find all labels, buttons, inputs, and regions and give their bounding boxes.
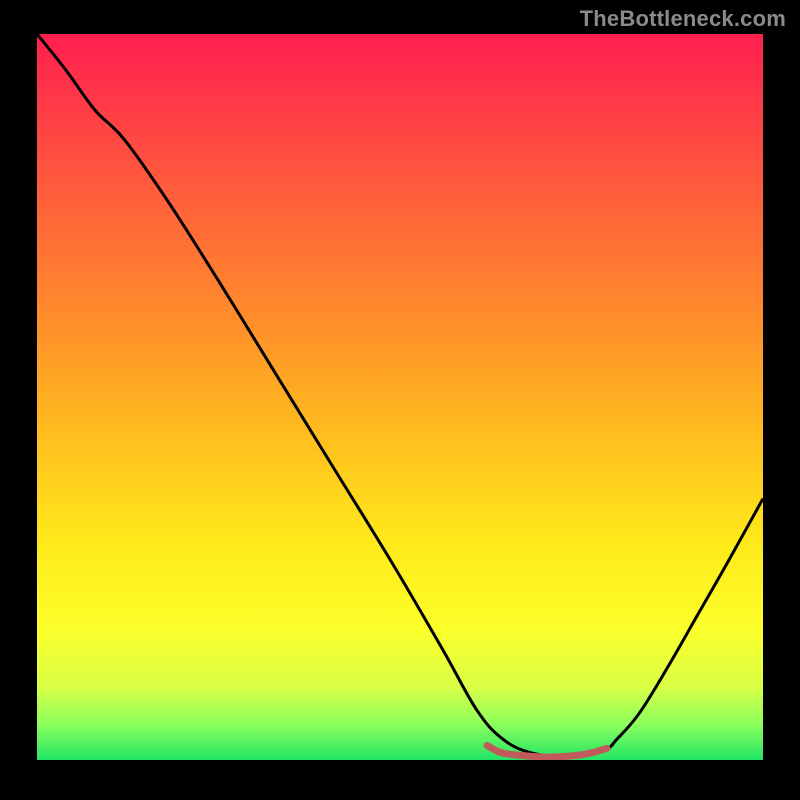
bottleneck-chart — [0, 0, 800, 800]
chart-frame: { "watermark": "TheBottleneck.com", "cha… — [0, 0, 800, 800]
watermark-label: TheBottleneck.com — [580, 6, 786, 32]
plot-background — [37, 34, 763, 760]
